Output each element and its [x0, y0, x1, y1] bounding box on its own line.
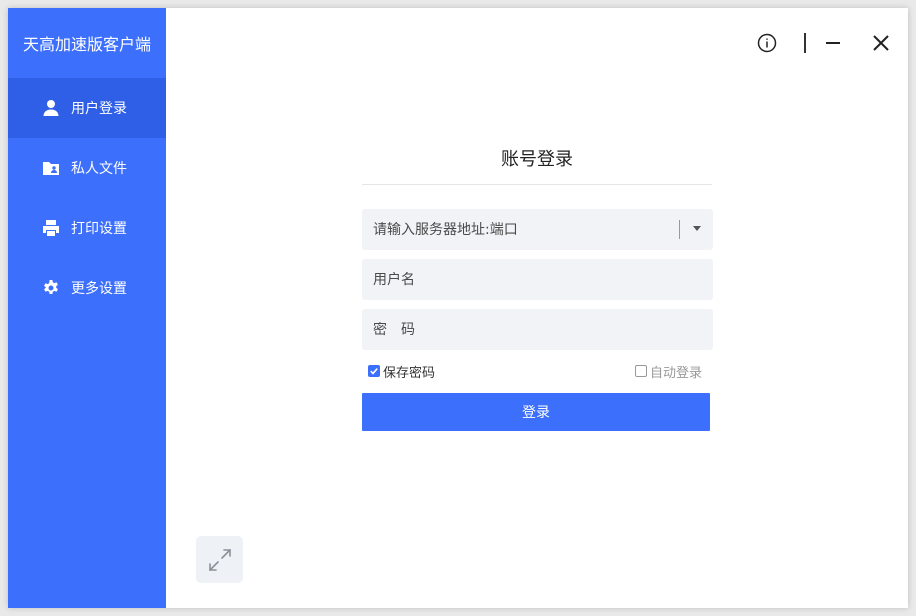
controls-divider — [804, 33, 806, 53]
auto-login-option[interactable]: 自动登录 — [634, 362, 702, 381]
combobox-separator — [679, 220, 680, 239]
chevron-down-icon[interactable] — [693, 226, 701, 231]
server-address-input[interactable] — [373, 221, 663, 238]
auto-login-label: 自动登录 — [649, 365, 702, 381]
expand-button[interactable] — [196, 536, 243, 583]
auto-login-checkbox[interactable] — [634, 365, 647, 377]
sidebar: 天高加速版客户端 用户登录 私人文件 打印设置 更多设置 — [8, 8, 166, 608]
sidebar-item-label: 更多设置 — [71, 281, 127, 297]
login-panel: 账号登录 保存密码 自动登录 登录 — [362, 143, 713, 431]
window-controls — [754, 30, 894, 56]
save-password-checkbox[interactable] — [368, 365, 380, 377]
username-field[interactable] — [362, 259, 713, 300]
info-icon — [757, 33, 777, 53]
minimize-button[interactable] — [820, 30, 846, 56]
sidebar-item-more-settings[interactable]: 更多设置 — [8, 258, 166, 318]
login-options: 保存密码 自动登录 — [362, 359, 712, 383]
sidebar-item-label: 私人文件 — [71, 161, 127, 177]
user-icon — [42, 99, 60, 117]
app-title: 天高加速版客户端 — [22, 35, 151, 54]
gear-icon — [42, 279, 60, 297]
folder-user-icon — [42, 159, 60, 177]
close-icon — [873, 35, 889, 51]
save-password-option[interactable]: 保存密码 — [368, 362, 435, 381]
password-field[interactable] — [362, 309, 713, 350]
username-input[interactable] — [373, 271, 663, 288]
login-button[interactable]: 登录 — [362, 393, 710, 431]
expand-icon — [208, 548, 231, 571]
save-password-label: 保存密码 — [383, 365, 436, 381]
title-divider — [362, 184, 712, 185]
login-title: 账号登录 — [501, 149, 573, 170]
checkmark-icon — [370, 368, 378, 375]
sidebar-item-label: 用户登录 — [71, 101, 127, 117]
info-button[interactable] — [754, 30, 780, 56]
server-address-combobox[interactable] — [362, 209, 713, 250]
sidebar-item-user-login[interactable]: 用户登录 — [8, 78, 166, 138]
password-input[interactable] — [373, 321, 663, 338]
minimize-icon — [826, 42, 840, 44]
app-window: 天高加速版客户端 用户登录 私人文件 打印设置 更多设置 账号登录 请输入服务器… — [8, 8, 908, 608]
sidebar-item-label: 打印设置 — [71, 221, 127, 237]
sidebar-item-print-settings[interactable]: 打印设置 — [8, 198, 166, 258]
printer-icon — [42, 219, 60, 237]
close-button[interactable] — [868, 30, 894, 56]
sidebar-item-private-files[interactable]: 私人文件 — [8, 138, 166, 198]
